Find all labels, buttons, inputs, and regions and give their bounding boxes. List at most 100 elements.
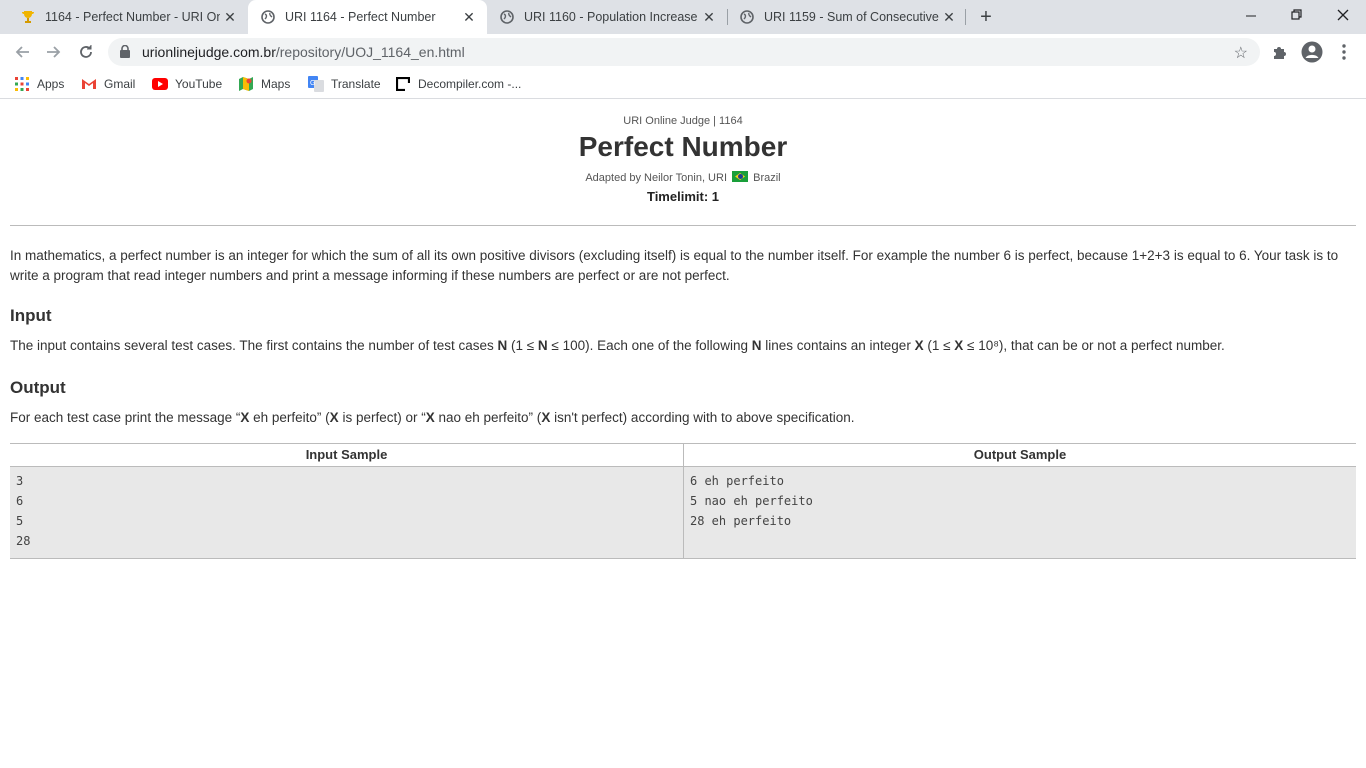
tab-title: URI 1164 - Perfect Number	[285, 10, 436, 24]
sample-line: 3	[16, 474, 24, 488]
gmail-icon	[81, 76, 97, 92]
output-text-part: is perfect) or “	[338, 410, 426, 425]
bookmark-star-icon[interactable]: ☆	[1234, 43, 1248, 63]
url-text[interactable]: urionlinejudge.com.br/repository/UOJ_116…	[142, 44, 465, 60]
tab-strip: 1164 - Perfect Number - URI Onli ✕ URI 1…	[0, 0, 1366, 34]
sample-line: 28 eh perfeito	[690, 514, 792, 528]
output-sample-header: Output Sample	[684, 444, 1356, 467]
input-sample-header: Input Sample	[10, 444, 683, 467]
input-text-part: ≤ 100). Each one of the following	[547, 338, 752, 353]
tab-title: 1164 - Perfect Number - URI Onli	[45, 10, 220, 24]
browser-toolbar: urionlinejudge.com.br/repository/UOJ_116…	[0, 34, 1366, 70]
maps-icon	[238, 76, 254, 92]
input-sample-body[interactable]: 3 6 5 28	[10, 467, 683, 558]
extensions-puzzle-icon[interactable]	[1267, 40, 1291, 64]
output-text-var: X	[329, 410, 339, 425]
globe-icon	[739, 9, 755, 25]
profile-avatar-icon[interactable]	[1300, 40, 1324, 64]
problem-description: In mathematics, a perfect number is an i…	[10, 248, 1339, 283]
input-text-var: X	[954, 338, 964, 353]
lock-icon[interactable]	[120, 44, 130, 63]
bookmark-gmail[interactable]: Gmail	[81, 76, 135, 92]
breadcrumb: URI Online Judge | 1164	[623, 115, 743, 127]
output-heading: Output	[10, 378, 66, 397]
timelimit: Timelimit: 1	[646, 189, 719, 204]
tab-separator	[965, 9, 966, 25]
output-description: For each test case print the message “X …	[10, 408, 1360, 428]
input-text-var: N	[537, 338, 548, 353]
sample-line: 6 eh perfeito	[690, 474, 784, 488]
close-tab-icon[interactable]: ✕	[220, 7, 240, 27]
bookmark-maps[interactable]: Maps	[238, 76, 290, 92]
tab-title: URI 1159 - Sum of Consecutive Ev	[764, 10, 939, 24]
reload-icon[interactable]	[74, 40, 98, 64]
output-text-var: X	[425, 410, 435, 425]
close-tab-icon[interactable]: ✕	[939, 7, 959, 27]
bookmark-apps[interactable]: Apps	[14, 76, 64, 92]
svg-text:G: G	[310, 80, 315, 87]
problem-page: URI Online Judge | 1164 Perfect Number A…	[0, 103, 1366, 768]
bookmark-label: Translate	[331, 77, 381, 91]
close-tab-icon[interactable]: ✕	[699, 7, 719, 27]
input-text-part: The input contains several test cases. T…	[10, 338, 498, 353]
bookmarks-bar: Apps Gmail YouTube Maps G Translate Deco…	[0, 70, 1366, 99]
input-text-var: N	[751, 338, 762, 353]
bookmark-youtube[interactable]: YouTube	[152, 76, 222, 92]
output-sample-column: Output Sample 6 eh perfeito 5 nao eh per…	[684, 444, 1356, 558]
tab-1164-perfect-number-online[interactable]: 1164 - Perfect Number - URI Onli ✕	[8, 0, 248, 34]
bookmark-label: Apps	[37, 77, 65, 91]
bookmark-label: Decompiler.com -...	[418, 77, 522, 91]
tab-uri-1160-population-increase[interactable]: URI 1160 - Population Increase ✕	[487, 0, 727, 34]
minimize-icon[interactable]	[1228, 0, 1274, 30]
input-sample-column: Input Sample 3 6 5 28	[10, 444, 684, 558]
input-text-part: lines contains an integer	[761, 338, 915, 353]
input-text-part: ≤ 10⁸), that can be or not a perfect num…	[963, 338, 1225, 353]
samples-table: Input Sample 3 6 5 28 Output Sample 6 eh…	[10, 443, 1356, 559]
output-text-var: X	[541, 410, 551, 425]
page-title: Perfect Number	[578, 131, 788, 162]
forward-arrow-icon[interactable]	[42, 40, 66, 64]
apps-grid-icon	[14, 76, 30, 92]
bookmark-label: Maps	[261, 77, 291, 91]
back-arrow-icon[interactable]	[10, 40, 34, 64]
input-text-part: (1 ≤	[507, 338, 538, 353]
input-description: The input contains several test cases. T…	[10, 336, 1360, 356]
output-text-part: nao eh perfeito” (	[434, 410, 542, 425]
translate-icon: G	[308, 76, 324, 92]
address-bar[interactable]: urionlinejudge.com.br/repository/UOJ_116…	[108, 38, 1260, 66]
restore-icon[interactable]	[1274, 0, 1320, 30]
close-tab-icon[interactable]: ✕	[459, 7, 479, 27]
bookmark-decompiler[interactable]: Decompiler.com -...	[395, 76, 521, 92]
author-text: Adapted by Neilor Tonin, URI	[585, 172, 727, 184]
tab-title: URI 1160 - Population Increase	[524, 10, 698, 24]
sample-line: 5 nao eh perfeito	[690, 494, 813, 508]
globe-icon	[260, 9, 276, 25]
output-text-part: eh perfeito” (	[249, 410, 330, 425]
output-sample-body[interactable]: 6 eh perfeito 5 nao eh perfeito 28 eh pe…	[684, 467, 1356, 558]
new-tab-plus-icon[interactable]: +	[976, 6, 996, 28]
author-country: Brazil	[753, 172, 781, 184]
youtube-icon	[152, 76, 168, 92]
kebab-menu-icon[interactable]	[1332, 40, 1356, 64]
input-text-part: (1 ≤	[923, 338, 955, 353]
bookmark-translate[interactable]: G Translate	[308, 76, 381, 92]
globe-icon	[499, 9, 515, 25]
url-host: urionlinejudge.com.br	[142, 44, 276, 60]
input-heading: Input	[10, 306, 52, 325]
trophy-icon	[20, 9, 36, 25]
sample-line: 5	[16, 514, 24, 528]
tab-uri-1164-perfect-number[interactable]: URI 1164 - Perfect Number ✕	[248, 0, 487, 34]
input-text-var: N	[497, 338, 508, 353]
sample-line: 6	[16, 494, 24, 508]
decompiler-icon	[395, 76, 411, 92]
bookmark-label: YouTube	[175, 77, 223, 91]
sample-line: 28	[16, 534, 31, 548]
divider	[10, 225, 1356, 226]
tab-uri-1159-sum-of-consecutive[interactable]: URI 1159 - Sum of Consecutive Ev ✕	[727, 0, 967, 34]
url-path: /repository/UOJ_1164_en.html	[275, 44, 465, 60]
output-text-part: isn't perfect) according with to above s…	[550, 410, 855, 425]
author-line: Adapted by Neilor Tonin, URI Brazil	[0, 171, 1366, 184]
brazil-flag-icon	[732, 171, 749, 182]
input-text-var: X	[914, 338, 924, 353]
close-window-icon[interactable]	[1320, 0, 1366, 30]
